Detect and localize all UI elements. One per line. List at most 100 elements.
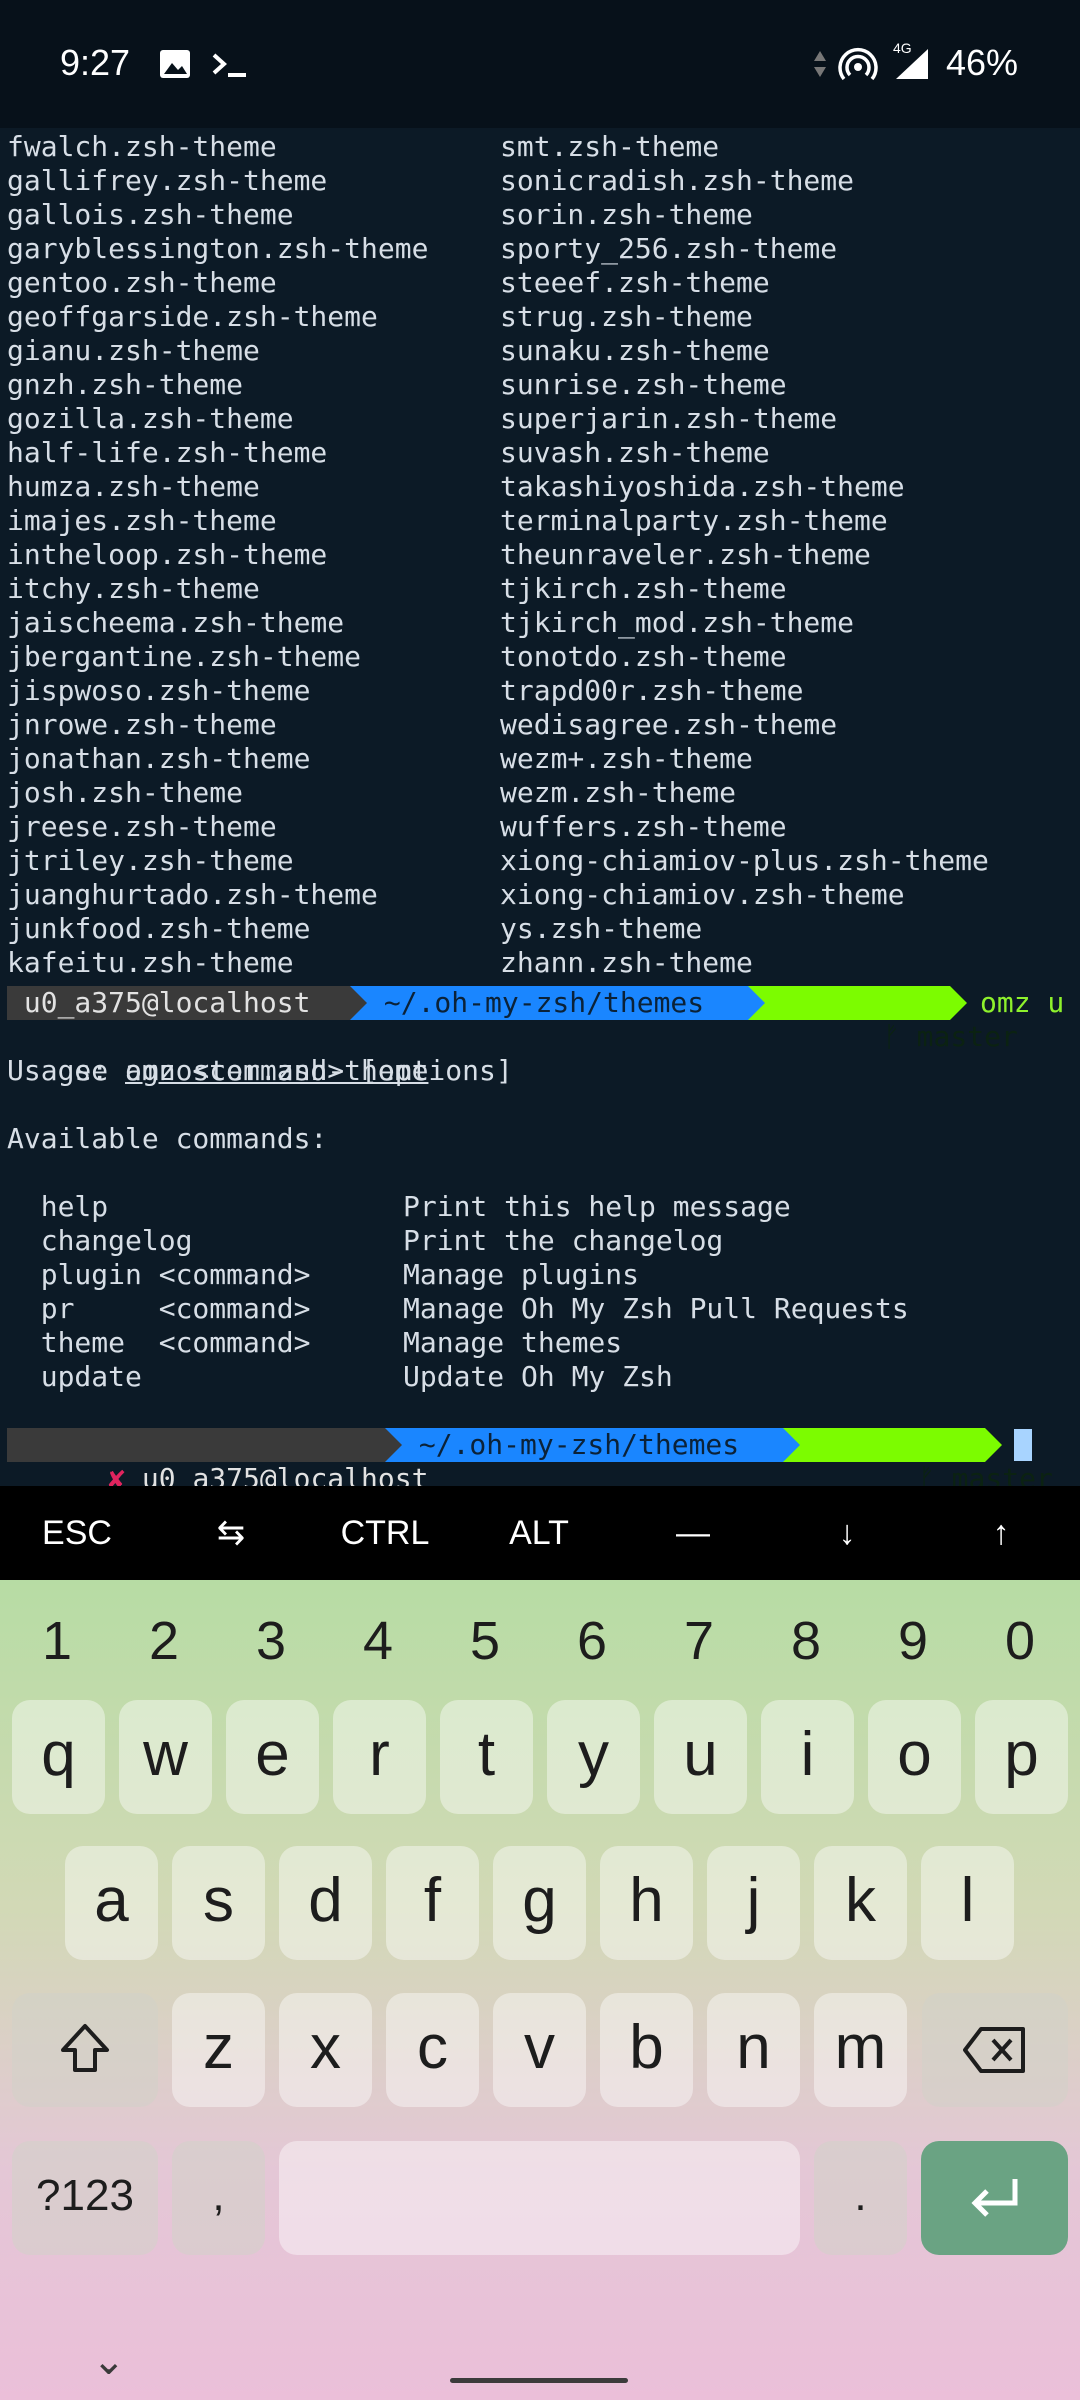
theme-file-name: sonicradish.zsh-theme [500,164,855,197]
key-x[interactable]: x [279,1993,372,2107]
period-key[interactable]: . [814,2141,907,2255]
theme-file-name: jispwoso.zsh-theme [7,674,311,707]
key-p[interactable]: p [975,1700,1068,1814]
theme-file-name: tonotdo.zsh-theme [500,640,787,673]
digit-key-8[interactable]: 8 [756,1610,856,1671]
key-l[interactable]: l [921,1846,1014,1960]
theme-file-name: gallifrey.zsh-theme [7,164,328,197]
key-s[interactable]: s [172,1846,265,1960]
command-description: Print this help message [403,1190,791,1223]
digit-key-2[interactable]: 2 [114,1610,214,1671]
key-e[interactable]: e [226,1700,319,1814]
key-w[interactable]: w [119,1700,212,1814]
shift-key[interactable] [12,1993,158,2107]
theme-file-name: sorin.zsh-theme [500,198,753,231]
command-row: plugin <command> Manage plugins [7,1258,1080,1292]
key-u[interactable]: u [654,1700,747,1814]
arrow-up-key[interactable]: ↑ [924,1486,1078,1580]
digit-key-1[interactable]: 1 [7,1610,107,1671]
command-description: Update Oh My Zsh [403,1360,673,1393]
ctrl-key[interactable]: CTRL [308,1486,462,1580]
prompt-separator [783,1428,800,1462]
theme-file-name: wezm.zsh-theme [500,776,737,809]
usage-line: Usage: omz <command> [options] [7,1054,513,1087]
listing-row: jnrowe.zsh-theme wedisagree.zsh-theme [7,708,1080,742]
key-k[interactable]: k [814,1846,907,1960]
key-v[interactable]: v [493,1993,586,2107]
dash-key[interactable]: — [616,1486,770,1580]
comma-key[interactable]: , [172,2141,265,2255]
digit-key-4[interactable]: 4 [328,1610,428,1671]
theme-file-name: xiong-chiamiov-plus.zsh-theme [500,844,989,877]
key-b[interactable]: b [600,1993,693,2107]
digit-key-9[interactable]: 9 [863,1610,963,1671]
active-prompt-line[interactable]: ✘ u0_a375@localhost ~/.oh-my-zsh/themes … [7,1428,1080,1486]
key-j[interactable]: j [707,1846,800,1960]
theme-file-name: trapd00r.zsh-theme [500,674,804,707]
git-branch-icon: ᚠ [866,1020,900,1053]
tab-key[interactable]: ⇆ [154,1486,308,1580]
gallery-icon [160,50,190,78]
status-bar: 9:27 4G 46% [0,0,1080,128]
command-description: Manage themes [403,1326,623,1359]
key-r[interactable]: r [333,1700,426,1814]
key-a[interactable]: a [65,1846,158,1960]
alt-key[interactable]: ALT [462,1486,616,1580]
listing-row: gozilla.zsh-theme superjarin.zsh-theme [7,402,1080,436]
command-row: changelog Print the changelog [7,1224,1080,1258]
listing-row: gallifrey.zsh-theme sonicradish.zsh-theme [7,164,1080,198]
terminal-view[interactable]: fwalch.zsh-theme smt.zsh-theme gallifrey.z… [0,128,1080,1486]
extra-keys-bar: ESC ⇆ CTRL ALT — ↓ ↑ [0,1486,1080,1580]
error-mark-icon: ✘ [108,1462,126,1486]
command-row: pr <command> Manage Oh My Zsh Pull Reque… [7,1292,1080,1326]
command-name: update [7,1360,378,1393]
command-name: plugin <command> [7,1258,378,1291]
status-time: 9:27 [60,42,131,83]
space-bar[interactable] [279,2141,800,2255]
key-t[interactable]: t [440,1700,533,1814]
command-continuation: se agnoster.zsh-theme [7,1020,428,1087]
backspace-key[interactable] [922,1993,1068,2107]
git-branch-name: master [934,1462,1070,1486]
hide-keyboard-chevron-icon[interactable]: ⌄ [92,2338,126,2384]
key-c[interactable]: c [386,1993,479,2107]
prompt-separator [950,986,967,1020]
key-h[interactable]: h [600,1846,693,1960]
arrow-down-key[interactable]: ↓ [770,1486,924,1580]
key-q[interactable]: q [12,1700,105,1814]
theme-file-name: sunaku.zsh-theme [500,334,770,367]
data-arrows-icon [814,51,826,77]
prompt-line: u0_a375@localhost ~/.oh-my-zsh/themes ᚠ … [7,986,1080,1053]
key-g[interactable]: g [493,1846,586,1960]
digit-key-7[interactable]: 7 [649,1610,749,1671]
digit-key-6[interactable]: 6 [542,1610,642,1671]
key-n[interactable]: n [707,1993,800,2107]
available-commands-heading: Available commands: [7,1122,328,1155]
key-z[interactable]: z [172,1993,265,2107]
theme-file-name: sunrise.zsh-theme [500,368,787,401]
listing-row: gianu.zsh-theme sunaku.zsh-theme [7,334,1080,368]
listing-row: jonathan.zsh-theme wezm+.zsh-theme [7,742,1080,776]
listing-row: intheloop.zsh-theme theunraveler.zsh-them… [7,538,1080,572]
key-m[interactable]: m [814,1993,907,2107]
key-f[interactable]: f [386,1846,479,1960]
symbols-key[interactable]: ?123 [12,2141,158,2255]
theme-file-name: terminalparty.zsh-theme [500,504,888,537]
digit-key-3[interactable]: 3 [221,1610,321,1671]
enter-key[interactable] [921,2141,1068,2255]
key-i[interactable]: i [761,1700,854,1814]
key-y[interactable]: y [547,1700,640,1814]
key-o[interactable]: o [868,1700,961,1814]
gesture-handle[interactable] [450,2378,628,2383]
prompt-separator [350,986,367,1020]
digit-key-0[interactable]: 0 [970,1610,1070,1671]
esc-key[interactable]: ESC [0,1486,154,1580]
theme-file-name: takashiyoshida.zsh-theme [500,470,905,503]
listing-row: juanghurtado.zsh-theme xiong-chiamiov.zsh… [7,878,1080,912]
listing-row: kafeitu.zsh-theme zhann.zsh-theme [7,946,1080,980]
key-d[interactable]: d [279,1846,372,1960]
command-text: omz u [980,986,1065,1019]
prompt-separator [748,986,765,1020]
digit-key-5[interactable]: 5 [435,1610,535,1671]
theme-file-name: itchy.zsh-theme [7,572,260,605]
